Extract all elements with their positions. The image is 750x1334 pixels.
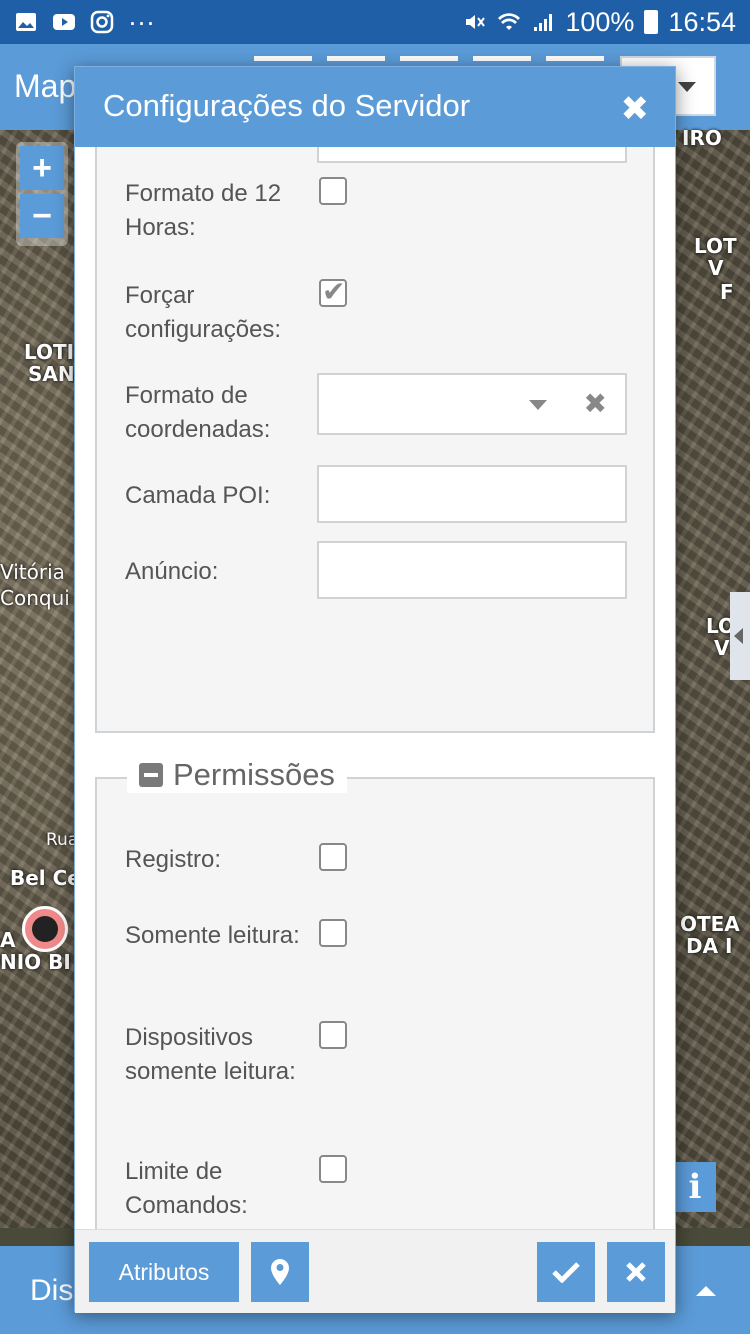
map-label: SAN — [28, 362, 75, 386]
mute-icon — [466, 15, 486, 29]
map-label: V — [714, 636, 730, 660]
clear-icon[interactable]: ✖ — [584, 387, 607, 420]
check-icon — [552, 1262, 580, 1283]
map-label: Vitória — [0, 560, 65, 584]
dropdown-arrow-icon[interactable] — [529, 400, 547, 410]
dialog-body[interactable]: Formato de 12 Horas: Forçar configuraçõe… — [75, 147, 675, 1229]
map-label: IRO — [682, 126, 722, 150]
announcement-label: Anúncio: — [125, 558, 219, 585]
gallery-icon — [16, 13, 36, 31]
user-marker-icon[interactable] — [22, 906, 68, 952]
coord-format-label: Formato de coordenadas: — [125, 382, 271, 443]
announcement-input[interactable] — [317, 541, 627, 599]
status-bar: ··· 100% 16:54 — [0, 0, 750, 44]
location-button[interactable] — [251, 1242, 309, 1302]
battery-percent: 100% — [565, 6, 635, 37]
wifi-icon — [498, 13, 521, 30]
app-title: Map — [14, 68, 77, 104]
attributes-button[interactable]: Atributos — [89, 1242, 239, 1302]
clock: 16:54 — [668, 6, 736, 37]
map-label: LOT — [694, 234, 737, 258]
map-label: DA I — [686, 934, 733, 958]
bottom-bar-title: Dis — [30, 1274, 74, 1307]
poi-layer-input[interactable] — [317, 465, 627, 523]
map-label: V — [708, 256, 724, 280]
battery-icon — [644, 10, 659, 34]
collapse-icon[interactable] — [139, 763, 163, 787]
twelve-hour-checkbox[interactable] — [319, 177, 347, 205]
toolbar-button[interactable] — [254, 56, 312, 61]
toolbar-button[interactable] — [473, 56, 531, 61]
permissions-fieldset: Permissões Registro: Somente leitura: Di… — [95, 757, 655, 1229]
readonly-checkbox[interactable] — [319, 919, 347, 947]
coord-format-select[interactable]: ✖ — [317, 373, 627, 435]
permissions-title: Permissões — [173, 757, 335, 792]
readonly-label: Somente leitura: — [125, 922, 300, 949]
side-panel-handle[interactable] — [730, 592, 750, 680]
info-button[interactable]: i — [674, 1162, 716, 1212]
cancel-button[interactable] — [607, 1242, 665, 1302]
zoom-in-button[interactable]: + — [20, 146, 64, 190]
zoom-out-button[interactable]: − — [20, 194, 64, 238]
map-label: OTEA — [680, 912, 740, 936]
dialog-footer: Atributos — [75, 1229, 675, 1313]
map-label: F — [720, 280, 734, 304]
server-settings-dialog: Configurações do Servidor ✖ Formato de 1… — [74, 66, 676, 1313]
more-dots: ··· — [128, 6, 155, 37]
close-icon — [626, 1262, 646, 1282]
permissions-legend[interactable]: Permissões — [127, 757, 347, 793]
map-label: LOTI — [24, 340, 75, 364]
command-limit-checkbox[interactable] — [319, 1155, 347, 1183]
map-label: Bel Ce — [10, 866, 81, 890]
toolbar-button[interactable] — [327, 56, 385, 61]
map-label: NIO BI — [0, 950, 71, 974]
youtube-icon — [53, 14, 75, 30]
toolbar-button[interactable] — [546, 56, 604, 61]
zoom-control: + − — [16, 142, 68, 246]
signal-icon — [534, 14, 553, 31]
map-label: Conqui — [0, 586, 70, 610]
devices-readonly-label: Dispositivos somente leitura: — [125, 1024, 296, 1085]
dialog-header: Configurações do Servidor ✖ — [75, 67, 675, 147]
registration-checkbox[interactable] — [319, 843, 347, 871]
poi-layer-label: Camada POI: — [125, 482, 271, 509]
force-settings-checkbox[interactable] — [319, 275, 347, 308]
force-settings-label: Forçar configurações: — [125, 282, 282, 343]
expand-up-icon[interactable] — [696, 1286, 716, 1296]
twelve-hour-label: Formato de 12 Horas: — [125, 180, 282, 241]
toolbar-button[interactable] — [400, 56, 458, 61]
previous-field-input[interactable] — [317, 147, 627, 163]
save-button[interactable] — [537, 1242, 595, 1302]
settings-fieldset: Formato de 12 Horas: Forçar configuraçõe… — [95, 147, 655, 733]
devices-readonly-checkbox[interactable] — [319, 1021, 347, 1049]
registration-label: Registro: — [125, 846, 222, 873]
map-marker-icon — [271, 1259, 289, 1285]
map-label: A — [0, 928, 16, 952]
instagram-icon — [90, 10, 114, 34]
command-limit-label: Limite de Comandos: — [125, 1158, 248, 1219]
close-icon[interactable]: ✖ — [621, 89, 650, 129]
dialog-title: Configurações do Servidor — [103, 88, 471, 123]
